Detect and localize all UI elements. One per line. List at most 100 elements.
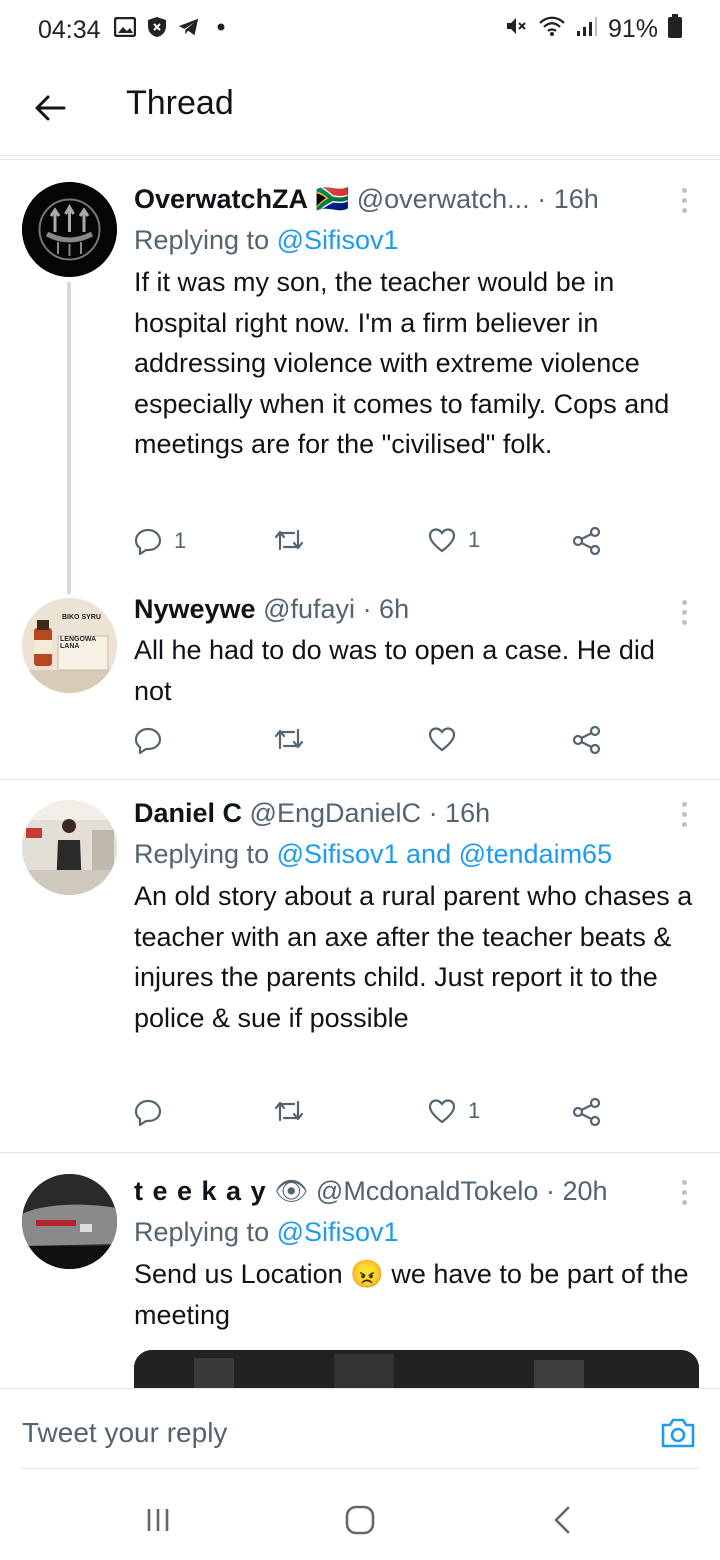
like-count: 1 [468,1098,481,1123]
heart-icon [428,1099,456,1124]
divider [0,779,720,780]
thread-connector [67,282,71,594]
status-bar: 04:34 91% [0,0,720,60]
recents-icon [147,1509,169,1531]
replying-link[interactable]: @Sifisov1 [277,1217,399,1247]
tweet-header: t e e k a y 👁 @McdonaldTokelo · 20h [134,1174,699,1208]
user-handle[interactable]: @McdonaldTokelo [316,1176,539,1206]
replying-prefix: Replying to [134,225,277,255]
shield-icon [146,16,168,38]
share-icon [572,1098,601,1126]
like-button[interactable]: 1 [428,1098,480,1124]
wifi-icon [538,15,566,44]
gallery-icon [114,16,136,38]
user-name[interactable]: t e e k a y [134,1176,267,1206]
heart-icon [428,528,456,553]
user-name[interactable]: OverwatchZA [134,184,308,214]
user-handle[interactable]: @fufayi [263,594,355,624]
tweet-header: OverwatchZA 🇿🇦 @overwatch... · 16h [134,182,699,216]
battery-icon [668,14,682,45]
eye-emoji: 👁 [274,1176,309,1206]
reply-icon [134,727,162,754]
retweet-button[interactable] [274,1098,304,1124]
divider [0,1152,720,1153]
tweet-text: If it was my son, the teacher would be i… [134,267,670,459]
camera-button[interactable] [660,1415,696,1451]
share-button[interactable] [572,527,602,555]
like-count: 1 [468,527,481,552]
reply-icon [134,528,162,555]
tweet-item[interactable]: OverwatchZA 🇿🇦 @overwatch... · 16h Reply… [0,170,720,594]
tweet-item[interactable]: BIKO SYRU LENGOWA LANA Nyweywe @fufayi ·… [0,582,720,778]
user-handle[interactable]: @overwatch... [357,184,530,214]
share-button[interactable] [572,726,602,754]
chevron-left-icon [554,1506,570,1534]
reply-button[interactable] [134,726,162,754]
like-button[interactable]: 1 [428,527,480,553]
tweet-time: · 6h [362,594,410,624]
avatar[interactable] [22,800,117,895]
person-photo [22,800,117,895]
user-name[interactable]: Nyweywe [134,594,256,624]
tweet-text: All he had to do was to open a case. He … [134,635,655,706]
arrow-left-icon [35,95,66,121]
retweet-icon [274,529,304,551]
replying-link[interactable]: @Sifisov1 [277,225,399,255]
back-nav-button[interactable] [542,1500,582,1540]
like-button[interactable] [428,726,456,752]
tweet-header: Daniel C @EngDanielC · 16h [134,796,699,830]
battery-percent: 91% [607,15,658,43]
tweet-time: · 20h [545,1176,608,1206]
reply-button[interactable] [134,1098,162,1126]
recent-apps-button[interactable] [138,1500,178,1540]
tweet-media[interactable] [134,1350,699,1390]
tweet-actions: 1 1 [134,527,614,567]
more-options-button[interactable] [678,600,690,625]
page-title: Thread [126,84,234,122]
status-time: 04:34 [38,16,101,44]
retweet-icon [274,728,304,750]
divider [22,1468,698,1469]
telegram-icon [178,16,200,38]
avatar[interactable] [22,182,117,277]
tweet-item[interactable]: Daniel C @EngDanielC · 16h Replying to @… [0,784,720,1150]
media-image [134,1350,699,1390]
user-handle[interactable]: @EngDanielC [250,798,422,828]
back-button[interactable] [30,88,70,128]
retweet-button[interactable] [274,726,304,752]
user-name[interactable]: Daniel C [134,798,242,828]
more-options-button[interactable] [678,1180,690,1205]
mute-icon [504,14,528,45]
home-icon [345,1505,375,1535]
overwatch-logo-icon [22,182,117,277]
home-button[interactable] [340,1500,380,1540]
reply-button[interactable]: 1 [134,527,186,555]
reply-input[interactable]: Tweet your reply [22,1417,227,1449]
replying-prefix: Replying to [134,839,277,869]
camera-icon [661,1418,695,1448]
flag-emoji: 🇿🇦 [315,184,350,214]
share-button[interactable] [572,1098,602,1126]
tweet-header: Nyweywe @fufayi · 6h [134,592,699,626]
more-options-button[interactable] [678,802,690,827]
angry-emoji: 😠 [350,1259,384,1289]
tweet-text: An old story about a rural parent who ch… [134,881,693,1033]
retweet-button[interactable] [274,527,304,553]
replying-to: Replying to @Sifisov1 [134,1214,699,1250]
replying-to: Replying to @Sifisov1 [134,222,699,258]
dot-icon [210,16,232,38]
tweet-time: · 16h [537,184,599,214]
reply-count: 1 [174,528,187,553]
tweet-text-part: Send us Location [134,1259,343,1289]
signal-icon [576,15,598,44]
avatar[interactable]: BIKO SYRU LENGOWA LANA [22,598,117,693]
share-icon [572,726,601,754]
notification-icons [114,16,232,38]
avatar-label-2: LENGOWA LANA [60,636,96,650]
avatar[interactable] [22,1174,117,1269]
more-options-button[interactable] [678,188,690,213]
share-icon [572,527,601,555]
divider [0,159,720,160]
tweet-actions: 1 [134,1098,614,1138]
replying-link[interactable]: @Sifisov1 and @tendaim65 [277,839,613,869]
